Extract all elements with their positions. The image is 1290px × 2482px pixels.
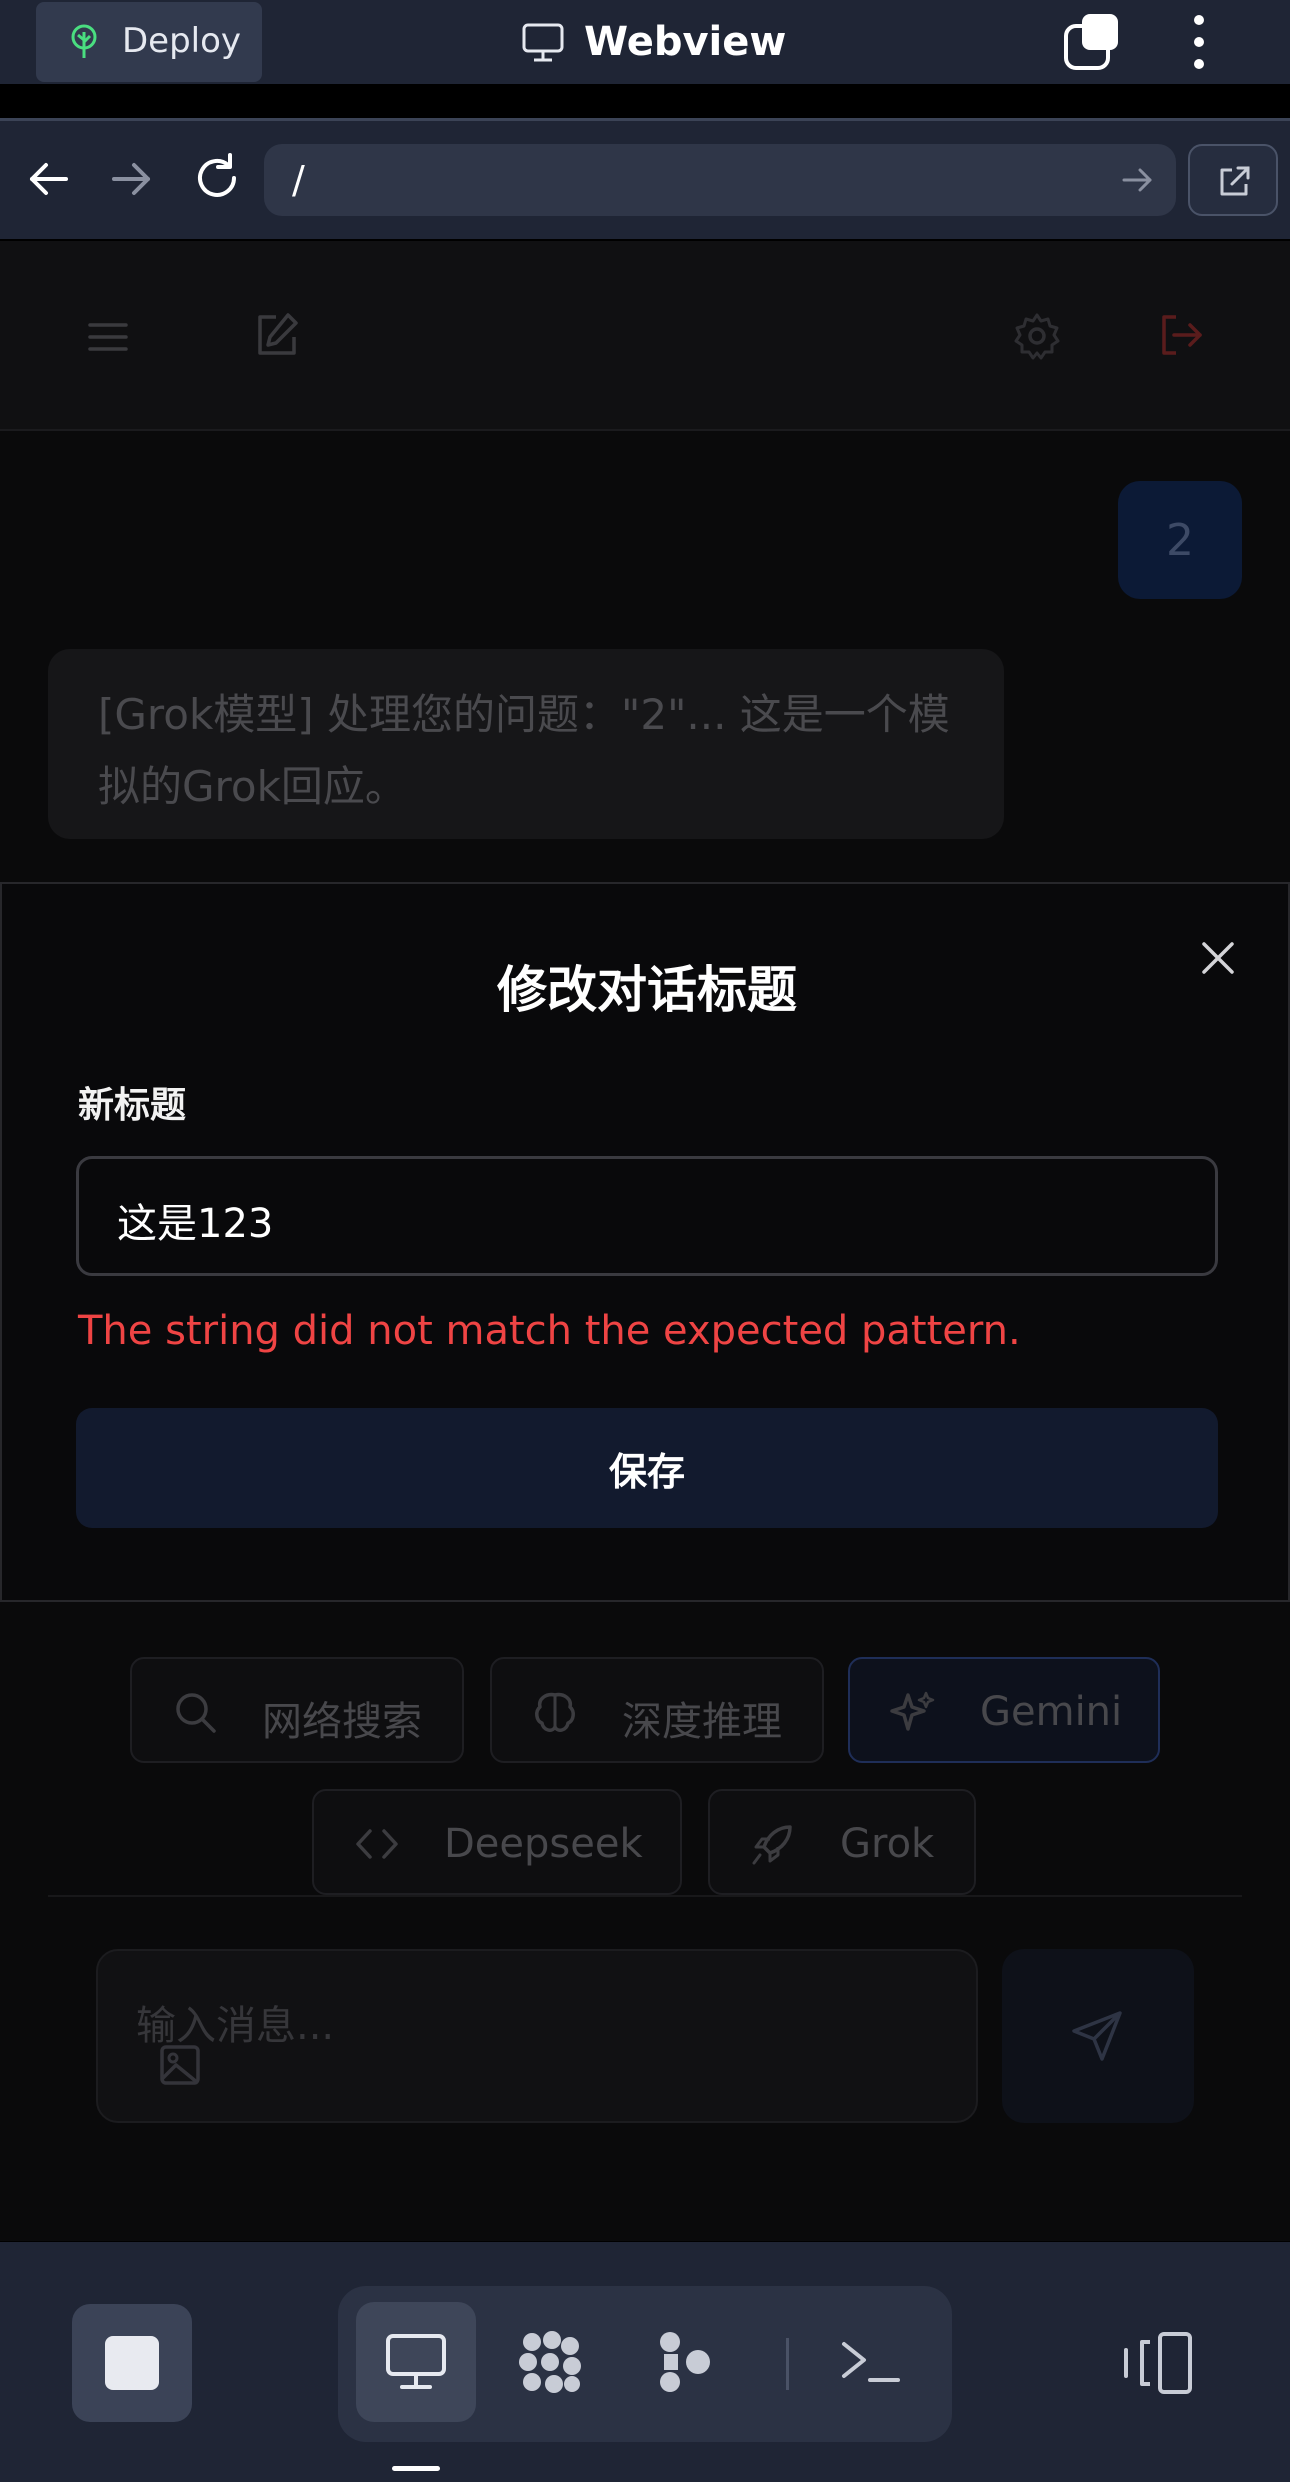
url-value: / <box>292 158 305 202</box>
open-external-button[interactable] <box>1188 144 1278 216</box>
webview-title: Webview <box>520 14 786 70</box>
chip-web-search[interactable]: 网络搜索 <box>130 1657 464 1763</box>
composer-divider <box>48 1895 1242 1897</box>
close-icon[interactable] <box>1196 936 1240 980</box>
validation-error: The string did not match the expected pa… <box>78 1308 1021 1354</box>
sparkles-icon <box>890 1691 935 1731</box>
chip-deep-reasoning[interactable]: 深度推理 <box>490 1657 824 1763</box>
message-input[interactable]: 输入消息... <box>96 1949 978 2123</box>
dock-nodes-tab[interactable] <box>624 2302 744 2422</box>
deploy-button[interactable]: Deploy <box>36 2 262 82</box>
edit-title-dialog: 修改对话标题 新标题 这是123 The string did not matc… <box>0 882 1290 1602</box>
reload-icon[interactable] <box>190 151 244 205</box>
image-upload-icon[interactable] <box>158 2043 202 2087</box>
chip-label: 深度推理 <box>622 1699 782 1745</box>
dock-terminal-tab[interactable] <box>810 2302 930 2422</box>
monitor-icon <box>522 23 564 62</box>
chip-label: 网络搜索 <box>262 1699 422 1745</box>
brain-icon <box>535 1692 575 1732</box>
app-header <box>0 241 1290 431</box>
new-chat-edit-icon[interactable] <box>252 311 300 359</box>
chip-deepseek[interactable]: Deepseek <box>312 1789 682 1895</box>
more-menu-icon[interactable] <box>1184 12 1214 72</box>
logout-icon[interactable] <box>1158 311 1206 359</box>
chip-label: Gemini <box>980 1689 1123 1735</box>
agent-blob-icon <box>519 2331 581 2393</box>
back-arrow-icon[interactable] <box>24 155 72 203</box>
bot-message-bubble: [Grok模型] 处理您的问题："2"... 这是一个模拟的Grok回应。 <box>48 649 1004 839</box>
tabs-icon[interactable] <box>1062 12 1122 72</box>
dock-agent-tab[interactable] <box>490 2302 610 2422</box>
monitor-icon <box>386 2334 446 2389</box>
chip-grok[interactable]: Grok <box>708 1789 976 1895</box>
nodes-icon <box>660 2332 710 2392</box>
deploy-label: Deploy <box>122 21 242 61</box>
dock-webview-tab[interactable] <box>356 2302 476 2422</box>
dock-separator <box>786 2338 789 2390</box>
host-bottom-dock <box>0 2242 1290 2482</box>
new-title-input[interactable]: 这是123 <box>76 1156 1218 1276</box>
home-indicator <box>392 2466 440 2471</box>
stop-square-icon <box>105 2336 159 2390</box>
save-button[interactable]: 保存 <box>76 1408 1218 1528</box>
dialog-title: 修改对话标题 <box>497 961 797 1019</box>
new-title-value: 这是123 <box>117 1201 274 1247</box>
send-button[interactable] <box>1002 1949 1194 2123</box>
external-link-icon <box>1220 166 1250 196</box>
terminal-icon <box>842 2342 900 2382</box>
stop-button[interactable] <box>72 2304 192 2422</box>
rocket-icon <box>752 1825 792 1865</box>
deploy-tree-icon <box>71 24 97 58</box>
hamburger-menu-icon[interactable] <box>86 315 130 359</box>
settings-gear-icon[interactable] <box>1012 311 1062 361</box>
chip-label: Deepseek <box>444 1821 643 1867</box>
side-panel-icon[interactable] <box>1120 2330 1194 2396</box>
chip-gemini[interactable]: Gemini <box>848 1657 1160 1763</box>
browser-nav-bar: / <box>0 121 1290 239</box>
forward-arrow-icon[interactable] <box>108 155 156 203</box>
chip-label: Grok <box>840 1821 935 1867</box>
dock-tab-group <box>338 2286 952 2442</box>
host-top-bar: Deploy Webview <box>0 0 1290 84</box>
screen: { "host": { "deploy_label": "Deploy", "t… <box>0 0 1290 2482</box>
user-message-bubble: 2 <box>1118 481 1242 599</box>
go-arrow-icon[interactable] <box>1120 162 1156 198</box>
url-input[interactable]: / <box>264 144 1176 216</box>
new-title-label: 新标题 <box>78 1085 187 1126</box>
webview-title-label: Webview <box>584 19 787 65</box>
send-icon <box>1072 2011 1122 2061</box>
code-icon <box>356 1829 398 1859</box>
search-icon <box>176 1693 216 1733</box>
